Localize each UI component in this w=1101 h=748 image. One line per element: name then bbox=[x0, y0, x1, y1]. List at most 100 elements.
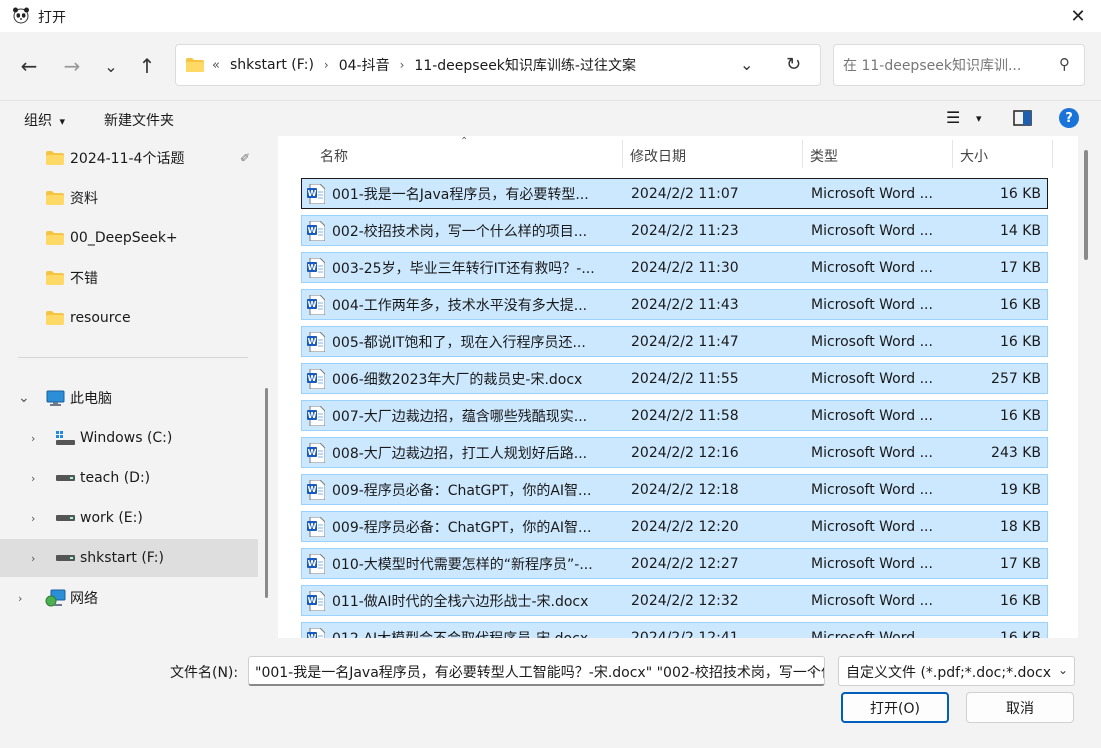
file-type: Microsoft Word ... bbox=[811, 518, 933, 535]
column-divider bbox=[952, 140, 953, 168]
file-list-scrollbar[interactable] bbox=[1084, 150, 1088, 260]
svg-text:W: W bbox=[308, 300, 317, 309]
sidebar-item-label: 00_DeepSeek+ bbox=[70, 230, 178, 246]
filename-input[interactable]: "001-我是一名Java程序员，有必要转型人工智能吗？-宋.docx" "00… bbox=[248, 656, 825, 686]
expand-chevron-icon[interactable]: › bbox=[31, 512, 35, 525]
file-row[interactable]: W 012-AI大模型会不会取代程序员-宋.docx 2024/2/2 12:41 M… bbox=[301, 622, 1048, 638]
filter-dropdown-icon[interactable]: ⌄ bbox=[1058, 663, 1068, 677]
back-arrow-icon[interactable]: ← bbox=[13, 52, 45, 80]
file-type-filter[interactable]: 自定义文件 (*.pdf;*.doc;*.docx ⌄ bbox=[838, 656, 1075, 686]
sidebar-item-drive-d[interactable]: › teach (D:) bbox=[0, 459, 258, 497]
file-name: 009-程序员必备：ChatGPT，你的AI智... bbox=[332, 519, 592, 536]
breadcrumb-separator-icon[interactable]: › bbox=[400, 58, 405, 72]
folder-icon bbox=[46, 191, 64, 205]
sidebar-item-drive-e[interactable]: › work (E:) bbox=[0, 499, 258, 537]
file-row[interactable]: W 010-大模型时代需要怎样的“新程序员”-... 2024/2/2 12:27 M… bbox=[301, 548, 1048, 579]
search-icon[interactable]: ⚲ bbox=[1059, 55, 1070, 73]
overflow-chevrons-icon[interactable]: « bbox=[212, 58, 220, 73]
word-document-icon: W bbox=[307, 369, 325, 389]
file-row[interactable]: W 006-细数2023年大厂的裁员史-宋.docx 2024/2/2 11:55 M… bbox=[301, 363, 1048, 394]
file-list: ⌃ 名称 修改日期 类型 大小 W 001-我是一名Java程序员，有必要转型..… bbox=[278, 136, 1078, 638]
search-placeholder: 在 11-deepseek知识库训... bbox=[843, 58, 1022, 74]
file-size: 14 KB bbox=[999, 222, 1041, 239]
expand-chevron-icon[interactable]: › bbox=[18, 592, 22, 605]
expand-chevron-icon[interactable]: › bbox=[31, 432, 35, 445]
file-row[interactable]: W 008-大厂边裁边招，打工人规划好后路... 2024/2/2 12:16 Mic… bbox=[301, 437, 1048, 468]
filename-dropdown-icon[interactable]: ⌄ bbox=[808, 663, 818, 677]
breadcrumb-current-folder[interactable]: 11-deepseek知识库训练-过往文案 bbox=[414, 55, 636, 75]
column-size[interactable]: 大小 bbox=[960, 146, 988, 166]
cancel-button[interactable]: 取消 bbox=[966, 692, 1074, 723]
file-name: 003-25岁，毕业三年转行IT还有救吗？-... bbox=[332, 260, 595, 277]
window-title: 打开 bbox=[38, 10, 66, 26]
help-icon[interactable]: ? bbox=[1059, 108, 1079, 128]
collapse-chevron-icon[interactable]: ⌄ bbox=[18, 390, 30, 406]
column-name[interactable]: 名称 bbox=[320, 146, 348, 166]
column-date[interactable]: 修改日期 bbox=[630, 146, 686, 166]
file-name: 012-AI大模型会不会取代程序员-宋.docx bbox=[332, 628, 612, 639]
search-box[interactable]: 在 11-deepseek知识库训... ⚲ bbox=[833, 44, 1085, 86]
sidebar-item-deepseek[interactable]: 00_DeepSeek+ bbox=[0, 219, 258, 257]
preview-pane-icon[interactable] bbox=[1013, 110, 1032, 126]
breadcrumb-drive[interactable]: shkstart (F:) bbox=[230, 57, 314, 73]
file-row[interactable]: W 009-程序员必备：ChatGPT，你的AI智... 2024/2/2 12:2… bbox=[301, 511, 1048, 542]
file-row[interactable]: W 009-程序员必备：ChatGPT，你的AI智... 2024/2/2 12:1… bbox=[301, 474, 1048, 505]
expand-chevron-icon[interactable]: › bbox=[31, 472, 35, 485]
sidebar-item-drive-f[interactable]: › shkstart (F:) bbox=[0, 539, 258, 577]
organize-label: 组织 bbox=[24, 113, 52, 129]
sidebar-item-ziliao[interactable]: 资料 bbox=[0, 179, 258, 217]
column-divider bbox=[622, 140, 623, 168]
file-date: 2024/2/2 12:18 bbox=[631, 481, 739, 498]
file-type: Microsoft Word ... bbox=[811, 370, 933, 387]
sidebar-divider bbox=[18, 357, 248, 358]
file-size: 16 KB bbox=[999, 629, 1041, 639]
address-dropdown-icon[interactable]: ⌄ bbox=[740, 55, 753, 74]
file-name: 010-大模型时代需要怎样的“新程序员”-... bbox=[332, 556, 593, 573]
sidebar-item-resource[interactable]: resource bbox=[0, 299, 258, 337]
sidebar-scrollbar[interactable] bbox=[265, 388, 268, 598]
folder-icon bbox=[46, 271, 64, 285]
close-icon[interactable]: ✕ bbox=[1055, 0, 1101, 32]
file-row[interactable]: W 011-做AI时代的全栈六边形战士-宋.docx 2024/2/2 12:32 M… bbox=[301, 585, 1048, 616]
network-icon bbox=[45, 589, 66, 606]
file-row[interactable]: W 004-工作两年多，技术水平没有多大提... 2024/2/2 11:43 Mic… bbox=[301, 289, 1048, 320]
file-row[interactable]: W 005-都说IT饱和了，现在入行程序员还... 2024/2/2 11:47 Mi… bbox=[301, 326, 1048, 357]
file-date: 2024/2/2 12:32 bbox=[631, 592, 739, 609]
forward-arrow-icon[interactable]: → bbox=[56, 52, 88, 80]
file-row[interactable]: W 002-校招技术岗，写一个什么样的项目... 2024/2/2 11:23 Mic… bbox=[301, 215, 1048, 246]
breadcrumb-separator-icon[interactable]: › bbox=[324, 58, 329, 72]
file-name: 002-校招技术岗，写一个什么样的项目... bbox=[332, 223, 588, 240]
file-date: 2024/2/2 11:07 bbox=[631, 185, 739, 202]
sidebar-item-bucuo[interactable]: 不错 bbox=[0, 259, 258, 297]
file-type: Microsoft Word ... bbox=[811, 555, 933, 572]
sidebar-item-label: work (E:) bbox=[80, 510, 143, 526]
pin-icon: ✐ bbox=[240, 151, 251, 165]
word-document-icon: W bbox=[307, 443, 325, 463]
svg-text:W: W bbox=[308, 522, 317, 531]
expand-chevron-icon[interactable]: › bbox=[31, 552, 35, 565]
file-row[interactable]: W 003-25岁，毕业三年转行IT还有救吗？-... 2024/2/2 11:30… bbox=[301, 252, 1048, 283]
sidebar-item-2024-11-4[interactable]: 2024-11-4个话题 ✐ bbox=[0, 139, 258, 177]
column-header-row: ⌃ 名称 修改日期 类型 大小 bbox=[278, 136, 1078, 172]
recent-locations-chevron-icon[interactable]: ⌄ bbox=[95, 52, 127, 80]
windows-drive-icon bbox=[56, 431, 75, 445]
up-arrow-icon[interactable]: ↑ bbox=[131, 52, 163, 80]
new-folder-button[interactable]: 新建文件夹 bbox=[104, 110, 174, 130]
sidebar-item-label: resource bbox=[70, 310, 131, 326]
file-type: Microsoft Word ... bbox=[811, 333, 933, 350]
sidebar-item-drive-c[interactable]: › Windows (C:) bbox=[0, 419, 258, 457]
file-row[interactable]: W 001-我是一名Java程序员，有必要转型... 2024/2/2 11:07 M… bbox=[301, 178, 1048, 209]
sidebar-item-network[interactable]: › 网络 bbox=[0, 579, 258, 617]
column-type[interactable]: 类型 bbox=[810, 146, 838, 166]
view-options-chevron-icon[interactable]: ▾ bbox=[976, 112, 982, 125]
refresh-icon[interactable]: ↻ bbox=[786, 54, 801, 75]
breadcrumb-folder[interactable]: 04-抖音 bbox=[339, 55, 390, 75]
sidebar-item-this-pc[interactable]: ⌄ 此电脑 bbox=[0, 379, 258, 417]
address-bar[interactable]: « shkstart (F:) › 04-抖音 › 11-deepseek知识库… bbox=[175, 44, 821, 86]
svg-text:W: W bbox=[308, 485, 317, 494]
organize-menu-button[interactable]: 组织 ▾ bbox=[24, 110, 65, 130]
file-row[interactable]: W 007-大厂边裁边招，蕴含哪些残酷现实... 2024/2/2 11:58 Mic… bbox=[301, 400, 1048, 431]
open-button[interactable]: 打开(O) bbox=[841, 692, 949, 723]
view-options-icon[interactable]: ☰ bbox=[946, 108, 960, 127]
file-date: 2024/2/2 12:27 bbox=[631, 555, 739, 572]
